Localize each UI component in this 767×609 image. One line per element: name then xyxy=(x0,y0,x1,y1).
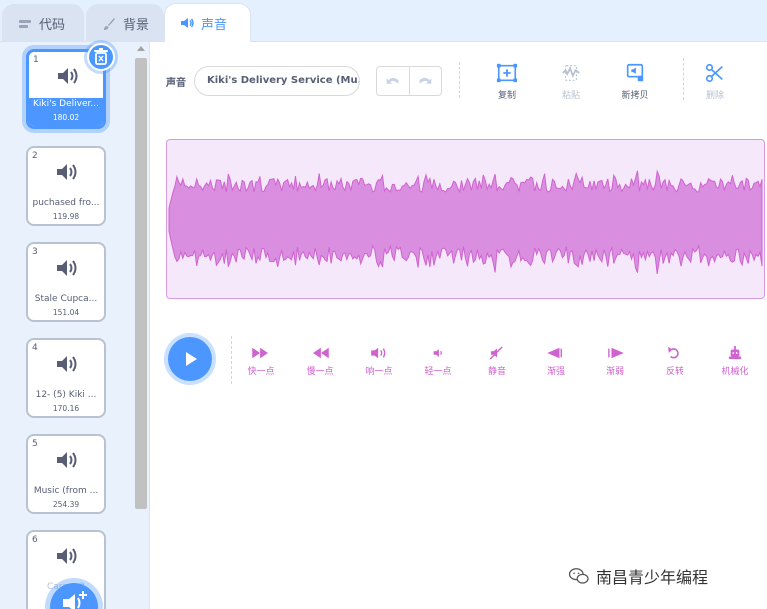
watermark-text: 南昌青少年编程 xyxy=(596,568,709,587)
sound-item-5[interactable]: 5 Music (from ... 254.39 xyxy=(26,434,106,514)
sound-name: Kiki's Deliver... xyxy=(33,99,99,109)
sound-index: 2 xyxy=(32,151,38,161)
effect-label: 慢一点 xyxy=(306,367,334,377)
sound-item-4[interactable]: 4 12- (5) Kiki ... 170.16 xyxy=(26,338,106,418)
new-copy-button[interactable]: 新拷贝 xyxy=(610,62,660,101)
effect-softer-button[interactable]: 轻一点 xyxy=(413,346,463,377)
sound-name: puchased fro... xyxy=(32,198,100,208)
mute-icon xyxy=(489,346,503,360)
louder-icon xyxy=(371,347,386,359)
effect-fade-out-button[interactable]: 渐弱 xyxy=(590,346,640,377)
delete-label: 删除 xyxy=(705,91,724,101)
effect-slower-button[interactable]: 慢一点 xyxy=(295,346,345,377)
waveform-editor[interactable] xyxy=(166,139,765,299)
tab-backdrops[interactable]: 背景 xyxy=(86,4,164,42)
new-copy-icon xyxy=(626,63,644,82)
effect-label: 静音 xyxy=(487,367,506,377)
effect-label: 渐弱 xyxy=(605,367,624,377)
undo-button[interactable] xyxy=(377,67,410,95)
toolbar-divider xyxy=(683,58,684,100)
redo-icon xyxy=(419,77,432,84)
sound-duration: 151.04 xyxy=(52,308,80,317)
paste-button[interactable]: 粘贴 xyxy=(546,62,596,101)
sound-duration: 119.98 xyxy=(52,212,80,221)
sound-index: 4 xyxy=(32,343,38,353)
add-sound-button[interactable] xyxy=(50,583,98,609)
redo-button[interactable] xyxy=(410,67,442,95)
effect-label: 机械化 xyxy=(721,367,749,377)
effect-robot-button[interactable]: 机械化 xyxy=(710,346,760,377)
sound-name: Stale Cupca... xyxy=(34,294,98,304)
speaker-icon xyxy=(57,260,77,276)
speaker-icon xyxy=(58,68,78,84)
sound-name-input[interactable]: Kiki's Delivery Service (Mu... xyxy=(194,66,360,96)
new-copy-label: 新拷贝 xyxy=(621,91,649,101)
sound-name: Music (from ... xyxy=(33,486,99,496)
robot-icon xyxy=(728,346,742,360)
tab-code-label: 代码 xyxy=(39,18,66,33)
add-sound-icon xyxy=(63,591,87,609)
code-icon xyxy=(19,19,31,28)
speaker-icon xyxy=(57,356,77,372)
effect-label: 响一点 xyxy=(365,367,393,377)
paste-label: 粘贴 xyxy=(561,91,580,101)
play-button[interactable] xyxy=(168,337,212,381)
sound-name-label: 声音 xyxy=(166,78,186,89)
scroll-up-arrow-icon[interactable] xyxy=(137,46,145,51)
sound-duration: 170.16 xyxy=(52,404,80,413)
effect-reverse-button[interactable]: 反转 xyxy=(650,346,700,377)
watermark: 南昌青少年编程 xyxy=(568,564,708,588)
editor-tab-bar: 代码 背景 声音 xyxy=(0,0,767,42)
tab-code[interactable]: 代码 xyxy=(2,4,84,42)
effect-label: 渐强 xyxy=(546,367,565,377)
delete-button[interactable]: 删除 xyxy=(690,62,740,101)
tab-sounds[interactable]: 声音 xyxy=(164,3,251,42)
effect-faster-button[interactable]: 快一点 xyxy=(236,346,286,377)
speaker-icon xyxy=(57,548,77,564)
sound-duration: 254.39 xyxy=(52,500,80,509)
tab-sounds-label: 声音 xyxy=(201,17,228,33)
toolbar-divider xyxy=(459,62,460,98)
speaker-icon xyxy=(57,164,77,180)
waveform-shape xyxy=(168,169,763,274)
reverse-icon xyxy=(668,346,679,359)
wechat-icon xyxy=(568,568,589,584)
sound-name: 12- (5) Kiki ... xyxy=(35,390,97,400)
sound-duration: 180.02 xyxy=(52,113,80,122)
copy-icon xyxy=(496,63,518,83)
waveform xyxy=(168,169,763,274)
fade-out-icon xyxy=(608,347,624,359)
undo-redo-group xyxy=(376,66,442,96)
delete-sound-button[interactable] xyxy=(87,43,115,71)
effect-fade-in-button[interactable]: 渐强 xyxy=(531,346,581,377)
speaker-icon xyxy=(181,18,194,28)
tab-backdrops-label: 背景 xyxy=(123,18,150,33)
faster-icon xyxy=(252,347,268,359)
effect-label: 快一点 xyxy=(247,367,275,377)
copy-button[interactable]: 复制 xyxy=(482,62,532,101)
scrollbar-thumb[interactable] xyxy=(135,58,147,509)
sound-index: 6 xyxy=(32,535,38,545)
softer-icon xyxy=(433,349,442,357)
sound-index: 3 xyxy=(32,247,38,257)
undo-icon xyxy=(386,77,399,84)
sound-index: 5 xyxy=(32,439,38,449)
paste-icon xyxy=(562,65,580,81)
effect-label: 反转 xyxy=(665,367,684,377)
slower-icon xyxy=(313,347,329,359)
effects-divider xyxy=(231,336,232,384)
effect-label: 轻一点 xyxy=(424,367,452,377)
sound-item-3[interactable]: 3 Stale Cupca... 151.04 xyxy=(26,242,106,322)
brush-icon xyxy=(104,17,115,30)
fade-in-icon xyxy=(547,347,562,359)
effect-mute-button[interactable]: 静音 xyxy=(472,346,522,377)
speaker-icon xyxy=(57,452,77,468)
effect-louder-button[interactable]: 响一点 xyxy=(354,346,404,377)
sound-item-2[interactable]: 2 puchased fro... 119.98 xyxy=(26,146,106,226)
scissors-icon xyxy=(705,63,723,83)
copy-label: 复制 xyxy=(497,91,516,101)
play-icon xyxy=(186,352,197,366)
trash-icon xyxy=(94,48,108,65)
sound-index: 1 xyxy=(33,55,39,65)
